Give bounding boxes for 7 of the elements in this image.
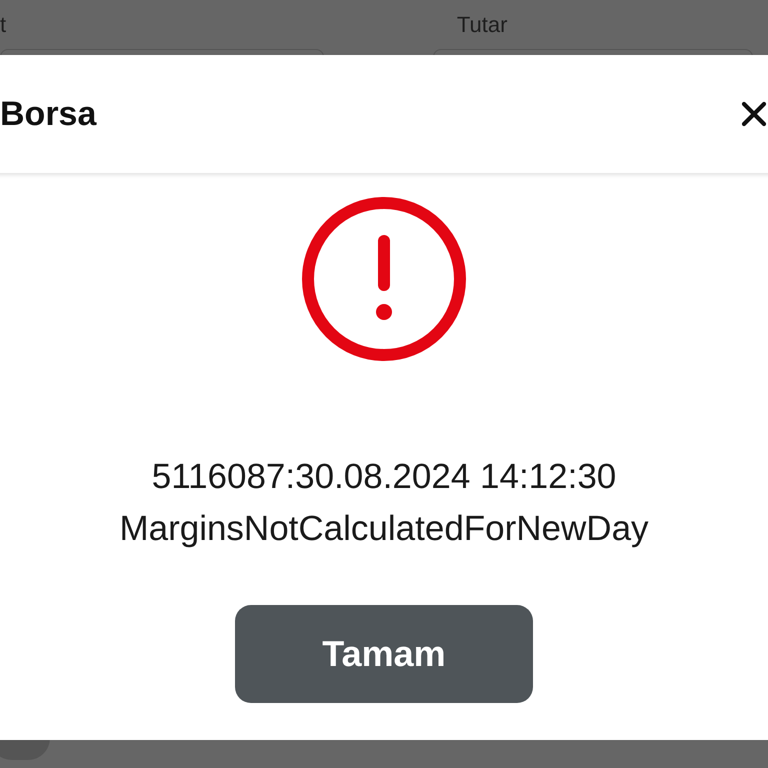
error-message: 5116087:30.08.2024 14:12:30 bbox=[152, 456, 616, 498]
dialog-title: Borsa bbox=[0, 94, 96, 134]
error-icon bbox=[300, 195, 468, 363]
field-label: t bbox=[0, 12, 6, 37]
field-label: Tutar bbox=[456, 12, 508, 37]
ok-button[interactable]: Tamam bbox=[235, 605, 533, 703]
error-message: MarginsNotCalculatedForNewDay bbox=[119, 508, 649, 550]
